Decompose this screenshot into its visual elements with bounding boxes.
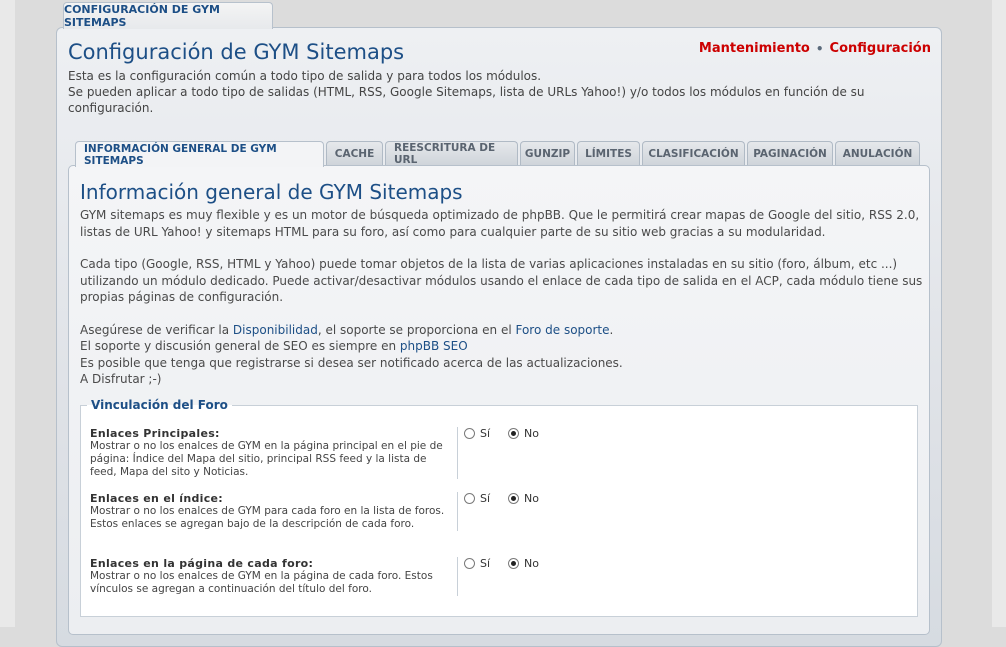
register-line: Es posible que tenga que registrarse si … xyxy=(80,355,623,370)
radio-no[interactable]: No xyxy=(508,492,539,505)
right-margin xyxy=(992,0,1006,627)
links-separator: • xyxy=(815,41,824,56)
option-description: Mostrar o no los enalces de GYM para cad… xyxy=(90,505,445,530)
option-index-links: Enlaces en el índice: Mostrar o no los e… xyxy=(90,492,910,531)
option-label: Enlaces en el índice: Mostrar o no los e… xyxy=(90,492,458,531)
page-title: Configuración de GYM Sitemaps xyxy=(68,40,405,64)
availability-link[interactable]: Disponibilidad xyxy=(233,323,318,337)
tab-classification[interactable]: CLASIFICACIÓN xyxy=(642,141,745,165)
left-margin xyxy=(0,0,15,627)
page-description-line-2: Se pueden aplicar a todo tipo de salidas… xyxy=(68,85,865,115)
radio-yes-label: Sí xyxy=(480,492,491,505)
option-label: Enlaces en la página de cada foro: Mostr… xyxy=(90,557,458,596)
radio-unchecked-icon[interactable] xyxy=(464,558,475,569)
option-controls: Sí No xyxy=(458,427,539,479)
support-text-3: . xyxy=(609,322,614,337)
page-description-line-1: Esta es la configuración común a todo ti… xyxy=(68,69,542,83)
radio-unchecked-icon[interactable] xyxy=(464,493,475,504)
option-controls: Sí No xyxy=(458,492,539,531)
tab-gym-sitemaps-config[interactable]: CONFIGURACIÓN DE GYM SITEMAPS xyxy=(63,2,273,29)
configuration-link[interactable]: Configuración xyxy=(830,41,931,56)
radio-no[interactable]: No xyxy=(508,427,539,440)
page-description: Esta es la configuración común a todo ti… xyxy=(68,68,928,116)
radio-yes[interactable]: Sí xyxy=(464,492,490,505)
tab-url-rewrite[interactable]: REESCRITURA DE URL xyxy=(385,141,518,166)
radio-no-label: No xyxy=(524,557,540,570)
maintenance-link[interactable]: Mantenimiento xyxy=(699,41,810,56)
radio-no[interactable]: No xyxy=(508,557,539,570)
tab-gunzip[interactable]: GUNZIP xyxy=(520,141,575,165)
radio-checked-icon[interactable] xyxy=(508,428,520,439)
radio-yes[interactable]: Sí xyxy=(464,557,490,570)
radio-yes[interactable]: Sí xyxy=(464,427,490,440)
support-line: Asegúrese de verificar la Disponibilidad… xyxy=(80,322,925,339)
support-forum-link[interactable]: Foro de soporte xyxy=(515,323,609,337)
section-body: GYM sitemaps es muy flexible y es un mot… xyxy=(80,207,925,388)
radio-no-label: No xyxy=(524,427,540,440)
radio-yes-label: Sí xyxy=(480,557,491,570)
section-title: Información general de GYM Sitemaps xyxy=(80,180,463,204)
support-text-2: , el soporte se proporciona en el xyxy=(317,322,516,337)
option-description: Mostrar o no los enalces de GYM en la pá… xyxy=(90,440,443,478)
option-forum-page-links: Enlaces en la página de cada foro: Mostr… xyxy=(90,557,910,596)
tab-pagination[interactable]: PAGINACIÓN xyxy=(747,141,833,165)
modules-paragraph: Cada tipo (Google, RSS, HTML y Yahoo) pu… xyxy=(80,257,923,304)
option-title: Enlaces en el índice: xyxy=(90,492,224,505)
radio-yes-label: Sí xyxy=(480,427,491,440)
radio-checked-icon[interactable] xyxy=(508,493,520,504)
radio-checked-icon[interactable] xyxy=(508,558,520,569)
enjoy-line: A Disfrutar ;-) xyxy=(80,372,162,386)
tab-limits[interactable]: LÍMITES xyxy=(577,141,640,165)
option-main-links: Enlaces Principales: Mostrar o no los en… xyxy=(90,427,910,479)
radio-unchecked-icon[interactable] xyxy=(464,428,475,439)
option-label: Enlaces Principales: Mostrar o no los en… xyxy=(90,427,458,479)
option-controls: Sí No xyxy=(458,557,539,596)
support-text-1: Asegúrese de verificar la xyxy=(80,322,233,337)
tab-override[interactable]: ANULACIÓN xyxy=(835,141,920,165)
top-links: Mantenimiento • Configuración xyxy=(699,41,931,56)
seo-text: El soporte y discusión general de SEO es… xyxy=(80,339,400,353)
tab-general-info[interactable]: INFORMACIÓN GENERAL DE GYM SITEMAPS xyxy=(75,141,324,167)
option-title: Enlaces en la página de cada foro: xyxy=(90,557,314,570)
phpbb-seo-link[interactable]: phpBB SEO xyxy=(400,339,468,353)
intro-paragraph: GYM sitemaps es muy flexible y es un mot… xyxy=(80,208,920,239)
fieldset-legend: Vinculación del Foro xyxy=(91,398,228,412)
seo-line: El soporte y discusión general de SEO es… xyxy=(80,338,925,355)
config-tabs: INFORMACIÓN GENERAL DE GYM SITEMAPS CACH… xyxy=(75,141,922,167)
option-description: Mostrar o no los enalces de GYM en la pá… xyxy=(90,570,433,595)
radio-no-label: No xyxy=(524,492,540,505)
option-title: Enlaces Principales: xyxy=(90,427,220,440)
tab-cache[interactable]: CACHE xyxy=(326,141,383,165)
